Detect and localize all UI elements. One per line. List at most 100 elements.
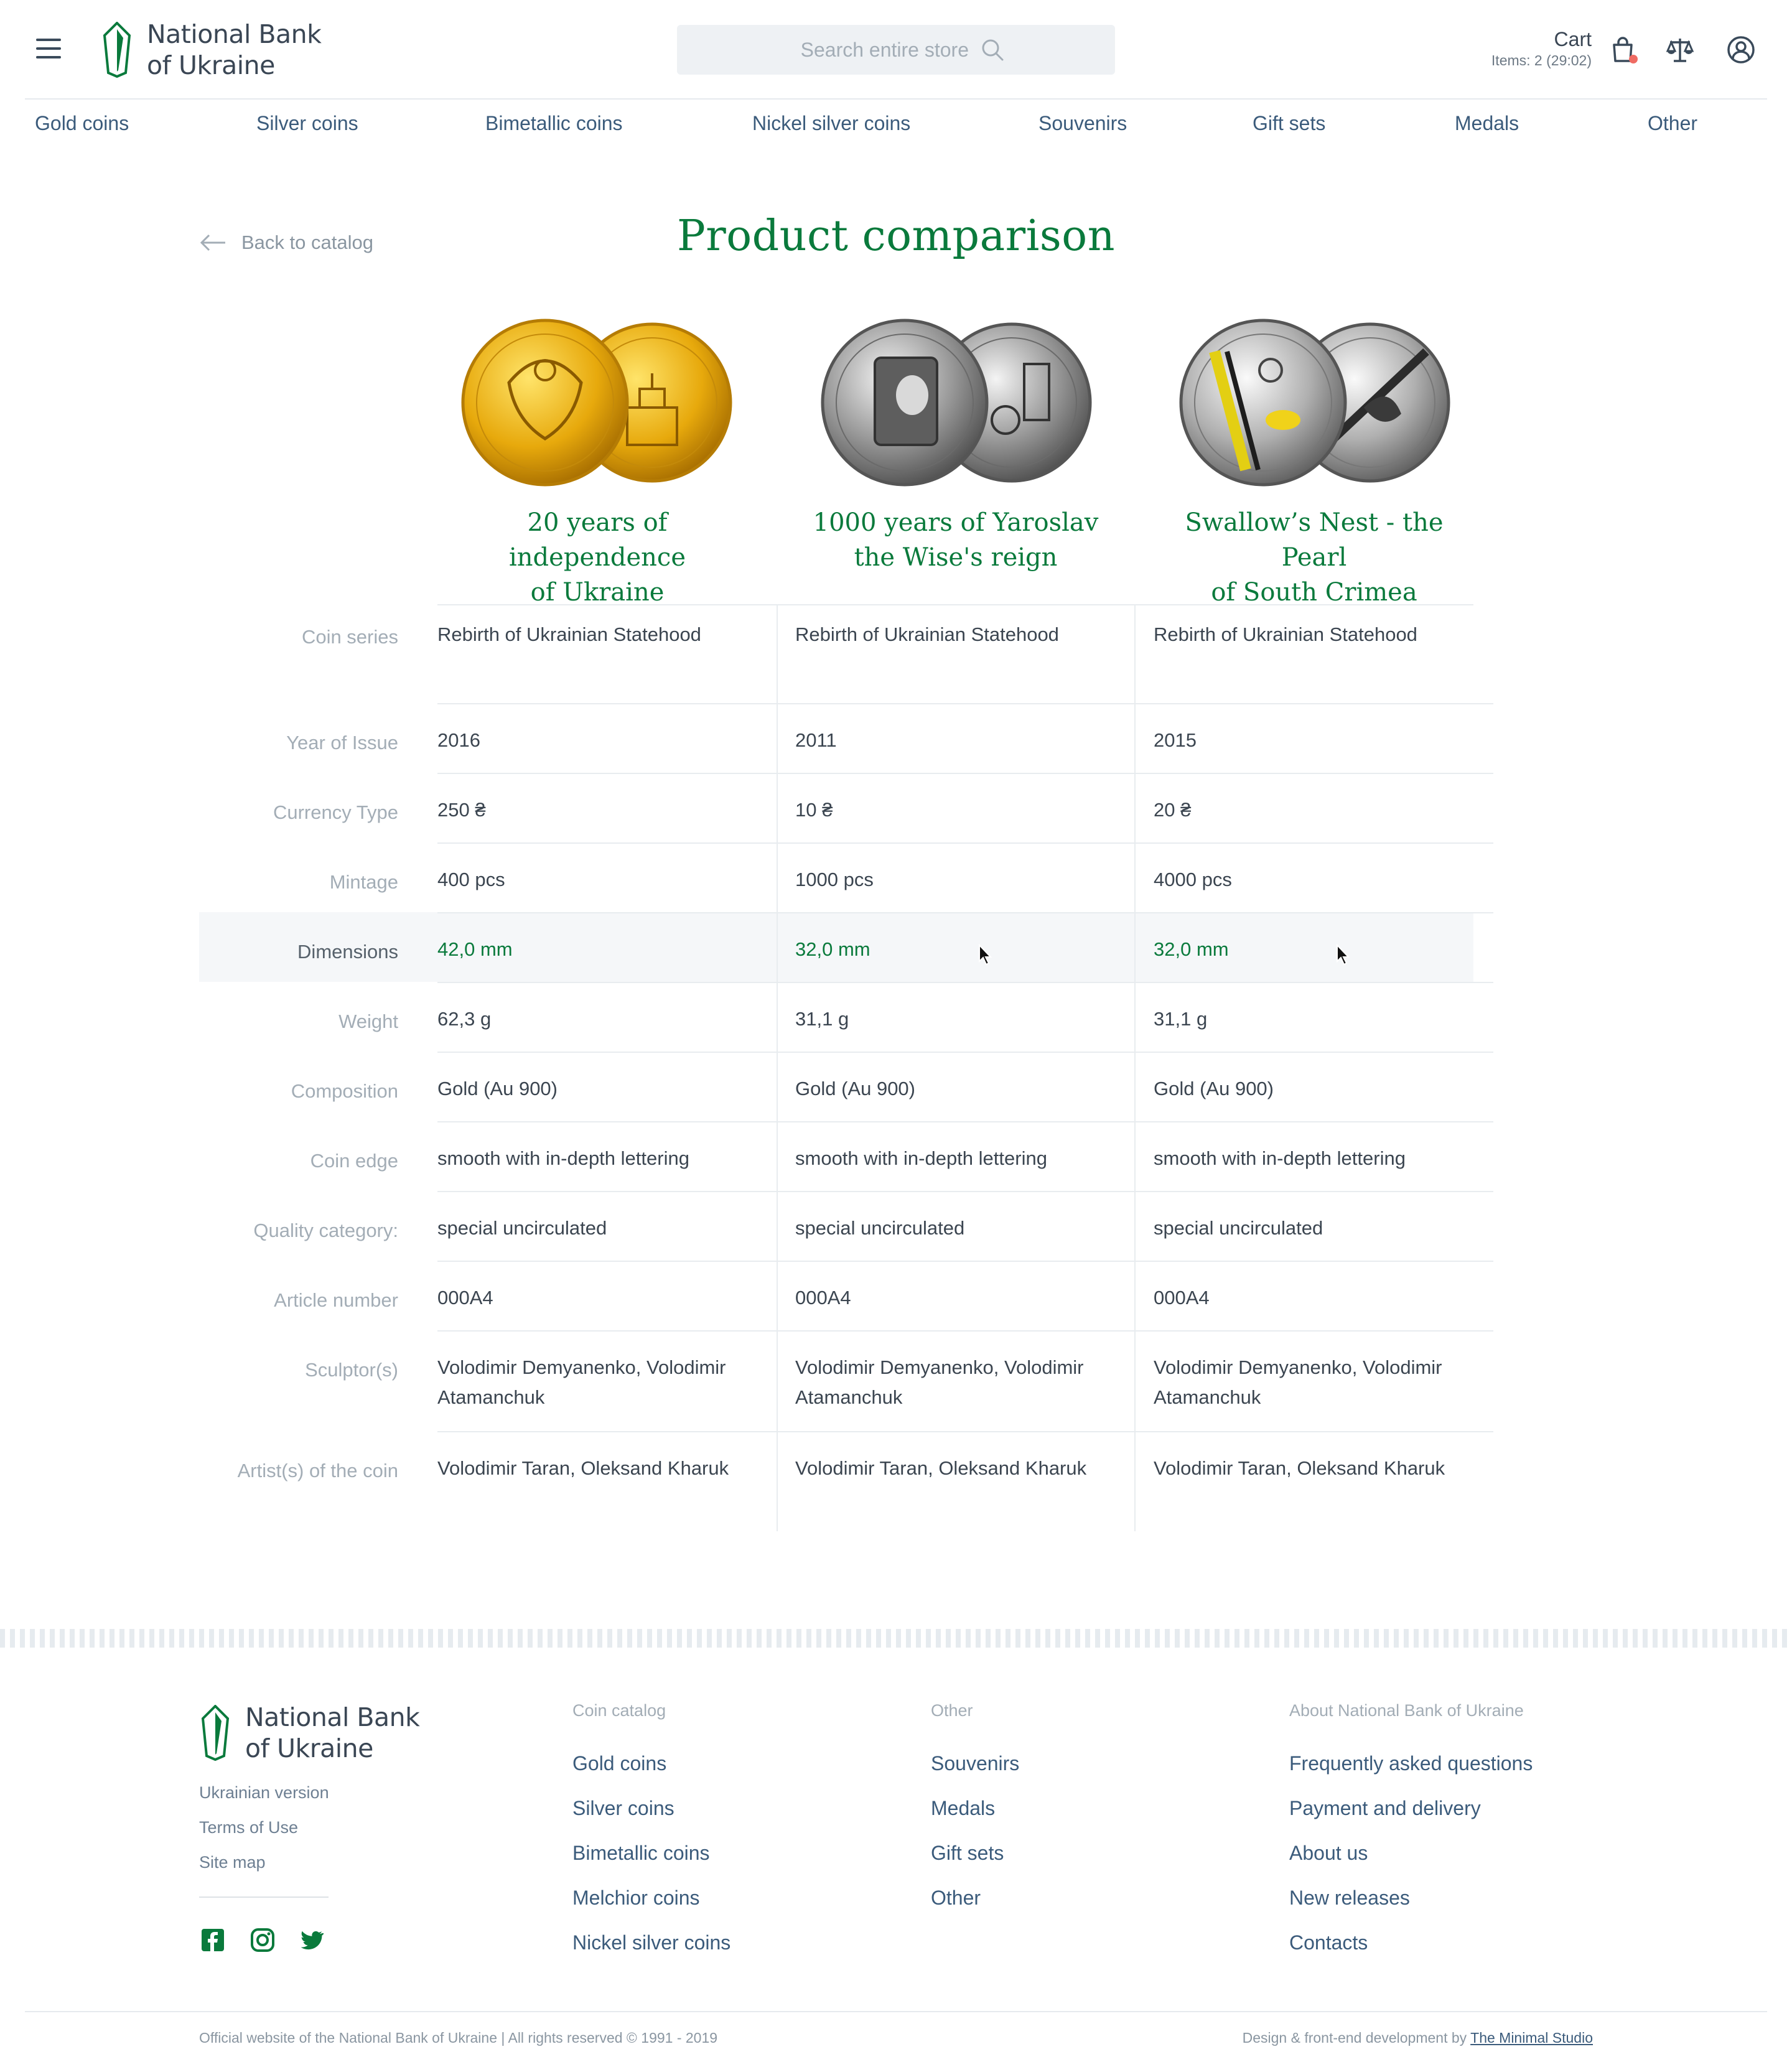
twitter-icon[interactable] bbox=[299, 1928, 325, 1952]
site-map-link[interactable]: Site map bbox=[199, 1853, 266, 1872]
nav-souvenirs[interactable]: Souvenirs bbox=[1038, 112, 1127, 135]
category-nav: Gold coins Silver coins Bimetallic coins… bbox=[0, 112, 1792, 149]
footer-link-medals[interactable]: Medals bbox=[931, 1797, 995, 1820]
product-2-title[interactable]: 1000 years of Yaroslav the Wise's reign bbox=[794, 505, 1118, 575]
table-cell: smooth with in-depth lettering bbox=[1154, 1147, 1406, 1169]
cart-bag-icon[interactable] bbox=[1608, 35, 1638, 65]
hamburger-menu-icon[interactable] bbox=[36, 39, 61, 60]
nav-nickel-silver-coins[interactable]: Nickel silver coins bbox=[752, 112, 910, 135]
table-cell: 000A4 bbox=[437, 1287, 493, 1309]
product-2-title-line-1[interactable]: 1000 years of Yaroslav bbox=[794, 505, 1118, 540]
product-1-title[interactable]: 20 years of independence of Ukraine bbox=[436, 505, 759, 610]
cart-items-count: Items: 2 (29:02) bbox=[1491, 52, 1592, 68]
table-row-divider bbox=[437, 1191, 777, 1192]
credit-studio-link[interactable]: The Minimal Studio bbox=[1470, 2030, 1593, 2046]
brand-line-1: National Bank bbox=[147, 19, 322, 49]
footer-link-payment-delivery[interactable]: Payment and delivery bbox=[1289, 1797, 1481, 1820]
page-title: Product comparison bbox=[676, 212, 1115, 261]
footer-link-bimetallic-coins[interactable]: Bimetallic coins bbox=[572, 1842, 710, 1865]
footer-link-gift-sets[interactable]: Gift sets bbox=[931, 1842, 1004, 1865]
search-icon[interactable] bbox=[980, 37, 1005, 62]
table-cell: Volodimir Taran, Oleksand Kharuk bbox=[1154, 1457, 1445, 1479]
search-box[interactable] bbox=[677, 25, 1115, 75]
footer-brand-line-1: National Bank bbox=[245, 1702, 420, 1732]
mouse-cursor-icon bbox=[979, 944, 992, 966]
brand-logo[interactable]: National Bank of Ukraine bbox=[101, 19, 322, 80]
table-cell: 000A4 bbox=[795, 1287, 851, 1309]
table-cell: 20 ₴ bbox=[1154, 799, 1192, 821]
table-row-divider bbox=[437, 1330, 777, 1332]
row-label: Year of Issue bbox=[286, 732, 398, 753]
table-row-divider bbox=[777, 1191, 1493, 1192]
table-cell: special uncirculated bbox=[437, 1217, 607, 1239]
table-cell: 10 ₴ bbox=[795, 799, 833, 821]
table-cell: Rebirth of Ukrainian Statehood bbox=[1154, 623, 1417, 645]
footer-pattern-divider bbox=[0, 1629, 1792, 1648]
table-cell: 000A4 bbox=[1154, 1287, 1210, 1309]
footer-link-souvenirs[interactable]: Souvenirs bbox=[931, 1752, 1019, 1775]
nav-silver-coins[interactable]: Silver coins bbox=[256, 112, 358, 135]
credit-text: Design & front-end development by The Mi… bbox=[1243, 2030, 1593, 2046]
facebook-icon[interactable] bbox=[200, 1928, 225, 1952]
table-cell: 2015 bbox=[1154, 729, 1197, 751]
product-1-title-line-1[interactable]: 20 years of independence bbox=[436, 505, 759, 575]
table-cell-line: Volodimir Demyanenko, Volodimir bbox=[437, 1356, 726, 1378]
cart-summary[interactable]: Cart Items: 2 (29:02) bbox=[1491, 27, 1592, 70]
table-row-divider bbox=[777, 982, 1493, 983]
table-cell: smooth with in-depth lettering bbox=[795, 1147, 1047, 1169]
table-cell: 31,1 g bbox=[795, 1008, 849, 1030]
product-3-title[interactable]: Swallow’s Nest - the Pearl of South Crim… bbox=[1152, 505, 1476, 610]
footer-link-about-us[interactable]: About us bbox=[1289, 1842, 1368, 1865]
product-3-title-line-1[interactable]: Swallow’s Nest - the Pearl bbox=[1152, 505, 1476, 575]
table-row-divider bbox=[437, 842, 777, 844]
table-cell: special uncirculated bbox=[1154, 1217, 1323, 1239]
table-row-divider bbox=[777, 773, 1493, 774]
search-input[interactable] bbox=[787, 37, 970, 62]
footer-link-other[interactable]: Other bbox=[931, 1887, 981, 1910]
table-row-divider bbox=[437, 1052, 777, 1053]
table-cell: Volodimir Taran, Oleksand Kharuk bbox=[795, 1457, 1087, 1479]
product-2-title-line-2[interactable]: the Wise's reign bbox=[794, 540, 1118, 575]
footer-link-faq[interactable]: Frequently asked questions bbox=[1289, 1752, 1533, 1775]
footer-link-new-releases[interactable]: New releases bbox=[1289, 1887, 1410, 1910]
terms-of-use-link[interactable]: Terms of Use bbox=[199, 1818, 298, 1837]
footer-logo[interactable]: National Bank of Ukraine bbox=[199, 1702, 420, 1764]
row-label: Mintage bbox=[329, 871, 398, 893]
ukrainian-version-link[interactable]: Ukrainian version bbox=[199, 1783, 329, 1803]
table-cell: 32,0 mm bbox=[1154, 938, 1229, 960]
footer-link-silver-coins[interactable]: Silver coins bbox=[572, 1797, 674, 1820]
row-label: Quality category: bbox=[253, 1220, 398, 1241]
table-cell: Rebirth of Ukrainian Statehood bbox=[437, 623, 701, 645]
table-row-divider bbox=[437, 1431, 777, 1432]
product-2-image[interactable] bbox=[819, 314, 1096, 490]
table-row-divider bbox=[777, 703, 1493, 704]
table-cell: Volodimir Taran, Oleksand Kharuk bbox=[437, 1457, 729, 1479]
cart-notification-dot bbox=[1629, 55, 1638, 63]
table-cell: 42,0 mm bbox=[437, 938, 513, 960]
row-label: Artist(s) of the coin bbox=[237, 1460, 398, 1481]
row-label: Weight bbox=[338, 1010, 398, 1032]
table-cell: 2016 bbox=[437, 729, 480, 751]
footer-link-melchior-coins[interactable]: Melchior coins bbox=[572, 1887, 700, 1910]
compare-scales-icon[interactable] bbox=[1665, 35, 1695, 65]
product-1-image[interactable] bbox=[459, 314, 737, 490]
table-cell: 32,0 mm bbox=[795, 938, 870, 960]
table-row-divider bbox=[777, 842, 1493, 844]
nav-gift-sets[interactable]: Gift sets bbox=[1253, 112, 1325, 135]
nav-gold-coins[interactable]: Gold coins bbox=[35, 112, 129, 135]
footer-link-contacts[interactable]: Contacts bbox=[1289, 1931, 1368, 1954]
table-row-divider bbox=[777, 1121, 1493, 1122]
footer-link-nickel-silver-coins[interactable]: Nickel silver coins bbox=[572, 1931, 730, 1954]
nav-other[interactable]: Other bbox=[1648, 112, 1697, 135]
user-account-icon[interactable] bbox=[1726, 35, 1756, 65]
nav-medals[interactable]: Medals bbox=[1455, 112, 1519, 135]
footer-link-gold-coins[interactable]: Gold coins bbox=[572, 1752, 666, 1775]
instagram-icon[interactable] bbox=[250, 1928, 275, 1952]
table-row-divider bbox=[777, 1261, 1493, 1262]
row-label: Dimensions bbox=[297, 941, 398, 963]
row-label: Article number bbox=[274, 1289, 398, 1311]
cart-title[interactable]: Cart bbox=[1491, 27, 1592, 51]
row-label: Currency Type bbox=[273, 801, 398, 823]
nav-bimetallic-coins[interactable]: Bimetallic coins bbox=[485, 112, 623, 135]
product-3-image[interactable] bbox=[1177, 314, 1455, 490]
